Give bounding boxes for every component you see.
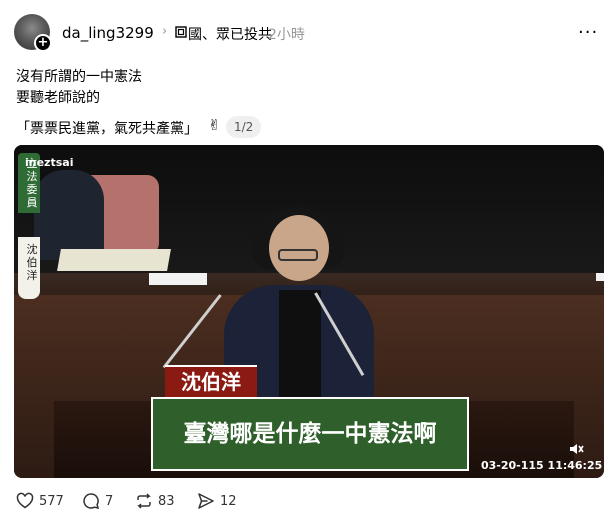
video-caption: 臺灣哪是什麼一中憲法啊 <box>151 397 469 471</box>
like-button[interactable]: 577 <box>16 492 64 510</box>
share-icon <box>198 493 214 509</box>
post-quote: 「票票民進黨，氣死共產黨」 <box>16 121 198 137</box>
side-label-name: 沈伯洋 <box>18 237 40 299</box>
share-count: 12 <box>220 493 237 509</box>
victory-hand-icon: ✌ <box>208 116 221 134</box>
repost-count: 83 <box>158 493 175 509</box>
follow-plus-icon[interactable]: + <box>34 34 52 52</box>
comment-button[interactable]: 7 <box>82 492 113 510</box>
repost-button[interactable]: 83 <box>135 492 175 510</box>
comment-icon <box>83 493 100 509</box>
post-time: 2小時 <box>268 27 305 43</box>
username[interactable]: da_ling3299 <box>62 24 154 42</box>
share-button[interactable]: 12 <box>197 492 237 510</box>
post-body-line-1: 沒有所謂的一中憲法 <box>16 69 142 85</box>
video-player[interactable]: 立法委員 沈伯洋 ineztsai 沈伯洋 臺灣哪是什麼一中憲法啊 03-20-… <box>14 145 604 478</box>
mute-icon[interactable] <box>568 441 584 457</box>
community-link[interactable]: 國、眾已投共 <box>188 24 272 44</box>
page-indicator: 1/2 <box>226 116 262 138</box>
repost-icon <box>137 493 151 509</box>
video-timestamp: 03-20-115 11:46:25 <box>481 459 603 472</box>
post-body-line-2: 要聽老師說的 <box>16 90 100 106</box>
video-watermark: ineztsai <box>25 156 74 169</box>
comment-count: 7 <box>105 493 114 509</box>
chevron-right-icon: › <box>162 24 168 39</box>
more-icon[interactable]: ··· <box>578 22 598 43</box>
like-count: 577 <box>39 493 64 509</box>
heart-icon <box>16 492 34 509</box>
speaker-name-tag: 沈伯洋 <box>165 365 257 397</box>
community-icon <box>175 26 187 38</box>
